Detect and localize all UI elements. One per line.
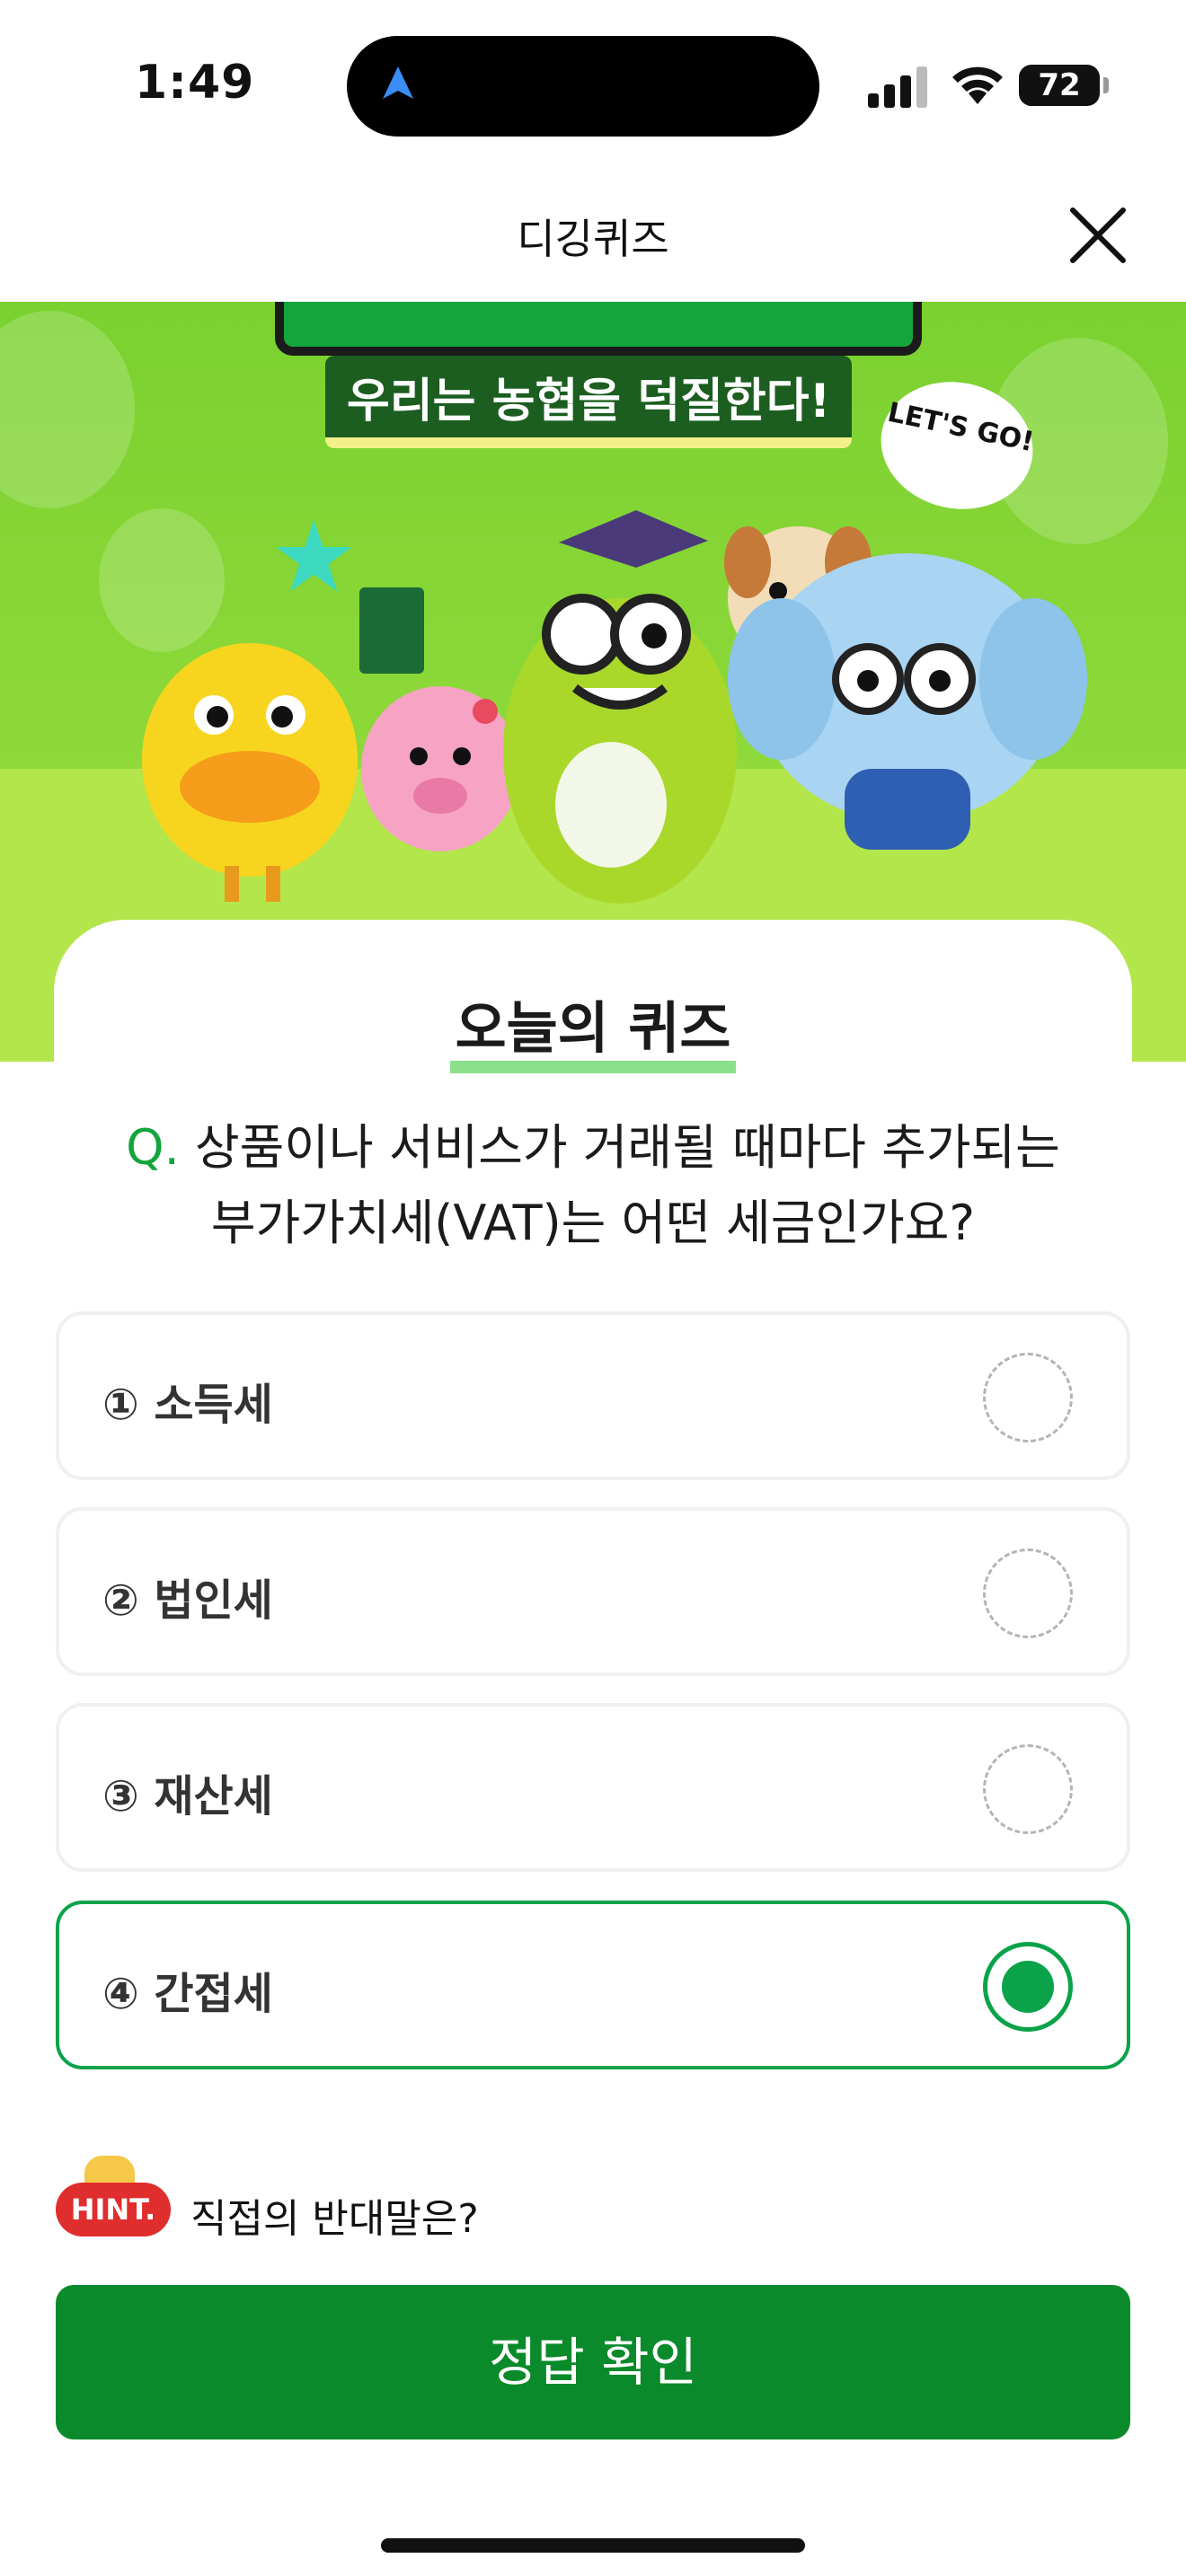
question-line-2: 부가가치세(VAT)는 어떤 세금인가요? <box>210 1195 976 1251</box>
answer-option-3[interactable]: ③ 재산세 <box>56 1703 1130 1872</box>
wifi-icon <box>952 66 1003 104</box>
answer-option-label: ③ 재산세 <box>102 1771 273 1822</box>
status-time: 1:49 <box>135 56 255 110</box>
answer-option-label: ② 법인세 <box>102 1575 273 1626</box>
home-indicator[interactable] <box>381 2538 805 2553</box>
hint-badge: HINT. <box>56 2183 171 2236</box>
answer-option-1[interactable]: ① 소득세 <box>56 1311 1130 1480</box>
answer-option-label: ④ 간접세 <box>102 1969 273 2019</box>
answer-option-label: ① 소득세 <box>102 1380 273 1430</box>
radio-unselected-icon[interactable] <box>983 1353 1073 1442</box>
radio-unselected-icon[interactable] <box>983 1744 1073 1834</box>
quiz-title-text: 오늘의 퀴즈 <box>449 995 737 1073</box>
question-line-1: 상품이나 서비스가 거래될 때마다 추가되는 <box>194 1119 1060 1176</box>
page-title: 디깅퀴즈 <box>517 215 669 263</box>
cellular-signal-icon <box>868 66 927 108</box>
check-answer-button[interactable]: 정답 확인 <box>56 2285 1130 2439</box>
app-header: 디깅퀴즈 <box>0 171 1186 302</box>
location-arrow-icon <box>383 66 413 99</box>
battery-tip <box>1103 77 1109 93</box>
radio-unselected-icon[interactable] <box>983 1548 1073 1638</box>
answer-option-4[interactable]: ④ 간접세 <box>56 1901 1130 2069</box>
green-mascot <box>503 510 737 904</box>
answer-option-2[interactable]: ② 법인세 <box>56 1507 1130 1676</box>
battery-level: 72 <box>1019 65 1100 106</box>
hint-text: 직접의 반대말은? <box>190 2196 479 2242</box>
pig-mascot <box>361 686 519 851</box>
radio-selected-icon[interactable] <box>983 1942 1073 2032</box>
status-bar: 1:49 72 <box>0 0 1186 171</box>
quiz-question: Q. 상품이나 서비스가 거래될 때마다 추가되는 부가가치세(VAT)는 어떤… <box>108 1110 1078 1261</box>
question-prefix: Q. <box>126 1119 180 1176</box>
quiz-title: 오늘의 퀴즈 <box>0 983 1186 1073</box>
duck-mascot <box>142 643 358 902</box>
close-icon[interactable] <box>1066 203 1130 268</box>
